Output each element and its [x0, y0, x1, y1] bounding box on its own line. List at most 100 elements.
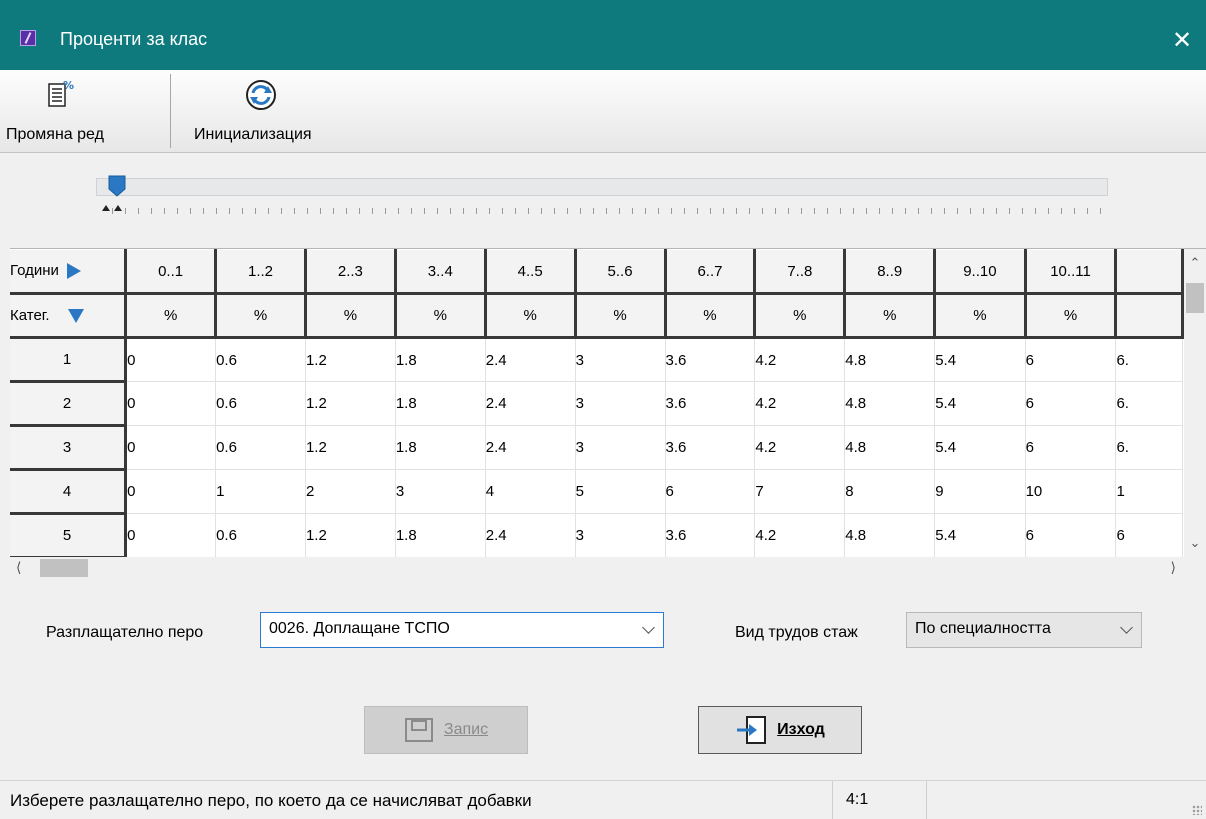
grid-cell[interactable]: 1.2 [305, 381, 396, 426]
grid-cell[interactable]: 1.8 [395, 381, 486, 426]
grid-cell[interactable]: 2.4 [485, 425, 576, 470]
slider-thumb[interactable] [108, 175, 126, 197]
grid-cell[interactable]: 0.6 [215, 513, 306, 557]
row-header[interactable]: 5 [10, 513, 128, 557]
grid-cell[interactable]: 4.8 [844, 337, 936, 382]
grid-cell[interactable]: 4.8 [844, 425, 936, 470]
grid-cell[interactable]: 1 [215, 469, 306, 514]
grid-cell[interactable]: 2.4 [485, 337, 576, 382]
grid-cell[interactable]: 3 [395, 469, 486, 514]
grid-cell[interactable]: 3.6 [665, 425, 756, 470]
grid-cell[interactable]: 0.6 [215, 425, 306, 470]
window-title: Проценти за клас [60, 29, 208, 49]
column-header[interactable]: 0..1 [125, 249, 218, 295]
column-header[interactable]: 5..6 [574, 249, 667, 295]
grid-cell[interactable]: 0 [125, 381, 217, 426]
grid-cell[interactable]: 8 [844, 469, 936, 514]
grid-cell[interactable]: 6. [1115, 381, 1183, 426]
column-header[interactable]: 9..10 [934, 249, 1027, 295]
close-button[interactable]: ✕ [1158, 22, 1206, 58]
grid-cell[interactable]: 5 [575, 469, 666, 514]
unit-header: % [125, 293, 218, 339]
grid-cell[interactable]: 6. [1115, 425, 1183, 470]
grid-cell[interactable]: 1.8 [395, 337, 486, 382]
save-button[interactable]: Запис [364, 706, 528, 754]
grid-cell[interactable]: 0 [125, 337, 217, 382]
grid-cell[interactable]: 3 [575, 381, 666, 426]
grid-cell[interactable]: 1.2 [305, 337, 396, 382]
grid-cell[interactable]: 1.8 [395, 425, 486, 470]
column-header[interactable]: 2..3 [304, 249, 397, 295]
grid-cell[interactable]: 2.4 [485, 381, 576, 426]
column-header[interactable]: 1..2 [215, 249, 307, 295]
horizontal-scrollbar[interactable]: ⟨ ⟩ [10, 557, 1206, 579]
table-row: 3 0 0.6 1.2 1.8 2.4 3 3.6 4.2 4.8 5.4 6 6. [10, 425, 1183, 471]
scroll-up-icon[interactable]: ⌃ [1184, 255, 1206, 271]
save-icon [404, 718, 433, 742]
grid-cell[interactable]: 1.8 [395, 513, 486, 557]
grid-cell[interactable]: 4 [485, 469, 576, 514]
grid-cell[interactable]: 4.8 [844, 381, 936, 426]
grid-cell[interactable]: 3.6 [665, 513, 756, 557]
grid-cell[interactable]: 3 [575, 513, 666, 557]
grid-cell[interactable]: 3 [575, 425, 666, 470]
column-header[interactable]: 8..9 [844, 249, 937, 295]
grid-cell[interactable]: 4.2 [754, 337, 846, 382]
grid-cell[interactable]: 10 [1025, 469, 1117, 514]
grid-cell[interactable]: 4.8 [844, 513, 936, 557]
vertical-scrollbar[interactable]: ⌃ ⌄ [1184, 249, 1206, 557]
initialize-button[interactable]: Инициализация [180, 70, 350, 152]
grid-cell[interactable]: 6 [1025, 425, 1117, 470]
grid-cell[interactable]: 6 [665, 469, 756, 514]
grid-cell[interactable]: 1.2 [305, 513, 396, 557]
grid-cell[interactable]: 2 [305, 469, 396, 514]
grid-cell[interactable]: 5.4 [934, 337, 1026, 382]
grid-cell[interactable]: 4.2 [754, 381, 846, 426]
column-header[interactable]: 10..11 [1024, 249, 1118, 295]
grid-cell[interactable]: 4.2 [754, 425, 846, 470]
exit-button[interactable]: Изход [698, 706, 862, 754]
grid-cell[interactable]: 6. [1115, 337, 1183, 382]
grid-cell[interactable]: 1.2 [305, 425, 396, 470]
grid-cell[interactable]: 3.6 [665, 381, 756, 426]
scroll-left-icon[interactable]: ⟨ [16, 559, 21, 576]
grid-cell[interactable]: 0 [125, 425, 217, 470]
scroll-right-icon[interactable]: ⟩ [1171, 559, 1176, 576]
grid-cell[interactable]: 7 [754, 469, 846, 514]
grid-cell[interactable]: 4.2 [754, 513, 846, 557]
grid-cell[interactable]: 1 [1115, 469, 1183, 514]
column-header[interactable]: 4..5 [484, 249, 577, 295]
grid-cell[interactable]: 6 [1025, 381, 1117, 426]
grid-cell[interactable]: 3.6 [665, 337, 756, 382]
service-type-select[interactable]: По специалността [906, 612, 1142, 648]
grid-cell[interactable]: 3 [575, 337, 666, 382]
slider-track[interactable] [96, 178, 1108, 196]
grid-cell[interactable]: 0 [125, 469, 217, 514]
grid-cell[interactable]: 6 [1025, 337, 1117, 382]
vertical-scroll-thumb[interactable] [1186, 283, 1204, 313]
grid-cell[interactable]: 6 [1025, 513, 1117, 557]
grid-cell[interactable]: 5.4 [934, 425, 1026, 470]
row-header[interactable]: 4 [10, 469, 128, 515]
grid-cell[interactable]: 2.4 [485, 513, 576, 557]
row-header[interactable]: 2 [10, 381, 128, 427]
column-header[interactable] [1115, 249, 1184, 295]
change-row-button[interactable]: % Промяна ред [6, 70, 164, 152]
column-header[interactable]: 7..8 [754, 249, 847, 295]
grid-cell[interactable]: 0.6 [215, 381, 306, 426]
pay-item-select[interactable]: 0026. Доплащане ТСПО [260, 612, 664, 648]
grid-cell[interactable]: 0 [125, 513, 217, 557]
row-header[interactable]: 3 [10, 425, 128, 471]
grid-cell[interactable]: 6 [1115, 513, 1183, 557]
resize-grip[interactable] [1192, 805, 1202, 815]
column-header[interactable]: 3..4 [394, 249, 487, 295]
pay-item-label: Разплащателно перо [46, 624, 204, 641]
grid-cell[interactable]: 0.6 [215, 337, 306, 382]
column-header[interactable]: 6..7 [664, 249, 757, 295]
horizontal-scroll-thumb[interactable] [40, 559, 88, 577]
grid-cell[interactable]: 5.4 [934, 381, 1026, 426]
scroll-down-icon[interactable]: ⌄ [1184, 535, 1206, 551]
grid-cell[interactable]: 5.4 [934, 513, 1026, 557]
grid-cell[interactable]: 9 [934, 469, 1026, 514]
row-header[interactable]: 1 [10, 337, 128, 383]
